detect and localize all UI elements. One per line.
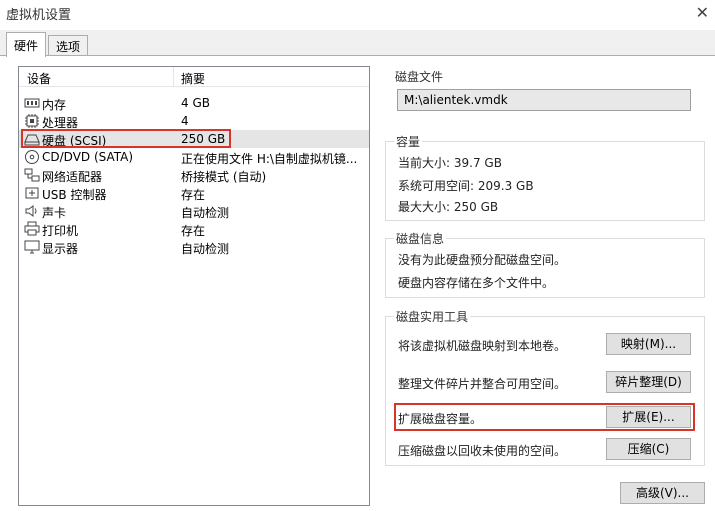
- device-summary: 存在: [181, 224, 206, 238]
- device-name: 网络适配器: [42, 170, 103, 184]
- available-space-text: 系统可用空间: 209.3 GB: [398, 179, 534, 193]
- device-summary: 正在使用文件 H:\自制虚拟机镜...: [181, 152, 358, 166]
- highlight-box-hard-disk: [21, 129, 231, 148]
- device-summary: 自动检测: [181, 206, 230, 220]
- memory-icon: [24, 98, 40, 108]
- device-row-printer[interactable]: 打印机 存在: [19, 220, 369, 238]
- defrag-description: 整理文件碎片并整合可用空间。: [398, 377, 567, 391]
- column-header-summary[interactable]: 摘要: [181, 70, 205, 87]
- map-button[interactable]: 映射(M)...: [606, 333, 691, 355]
- disk-utilities-group: 磁盘实用工具 将该虚拟机磁盘映射到本地卷。 映射(M)... 整理文件碎片并整合…: [385, 308, 705, 466]
- usb-icon: [25, 187, 39, 199]
- device-row-display[interactable]: 显示器 自动检测: [19, 238, 369, 256]
- device-name: USB 控制器: [42, 188, 107, 202]
- device-summary: 4 GB: [181, 96, 210, 110]
- display-icon: [24, 240, 40, 254]
- sound-card-icon: [25, 205, 37, 217]
- disk-info-line-1: 没有为此硬盘预分配磁盘空间。: [398, 253, 567, 267]
- tab-options[interactable]: 选项: [48, 35, 89, 56]
- device-name: 声卡: [42, 206, 67, 220]
- network-adapter-icon: [24, 168, 40, 182]
- cd-dvd-icon: [25, 150, 39, 164]
- disk-file-path-field[interactable]: M:\alientek.vmdk: [397, 89, 691, 111]
- device-name: 内存: [42, 98, 67, 112]
- capacity-title: 容量: [394, 133, 423, 150]
- device-row-processor[interactable]: 处理器 4: [19, 112, 369, 130]
- title-bar: 虚拟机设置 ✕: [0, 0, 715, 30]
- device-name: 显示器: [42, 242, 79, 256]
- disk-info-line-2: 硬盘内容存储在多个文件中。: [398, 276, 555, 290]
- column-header-device[interactable]: 设备: [27, 70, 51, 87]
- disk-info-group: 磁盘信息 没有为此硬盘预分配磁盘空间。 硬盘内容存储在多个文件中。: [385, 230, 705, 298]
- device-summary: 自动检测: [181, 242, 230, 256]
- device-summary: 4: [181, 114, 189, 128]
- device-list[interactable]: 设备 摘要 内存 4 GB 处理器 4 硬盘 (SCSI) 250 GB CD/…: [18, 66, 370, 506]
- device-row-usb-controller[interactable]: USB 控制器 存在: [19, 184, 369, 202]
- capacity-group: 容量 当前大小: 39.7 GB 系统可用空间: 209.3 GB 最大大小: …: [385, 133, 705, 221]
- tab-content: 设备 摘要 内存 4 GB 处理器 4 硬盘 (SCSI) 250 GB CD/…: [0, 55, 715, 511]
- disk-info-title: 磁盘信息: [394, 230, 447, 247]
- device-summary: 存在: [181, 188, 206, 202]
- device-summary: 桥接模式 (自动): [181, 170, 267, 184]
- device-name: CD/DVD (SATA): [42, 150, 134, 164]
- device-row-network-adapter[interactable]: 网络适配器 桥接模式 (自动): [19, 166, 369, 184]
- highlight-box-expand: [394, 403, 695, 431]
- device-row-sound-card[interactable]: 声卡 自动检测: [19, 202, 369, 220]
- disk-utilities-title: 磁盘实用工具: [394, 308, 471, 325]
- max-size-text: 最大大小: 250 GB: [398, 200, 499, 214]
- disk-file-title: 磁盘文件: [393, 68, 446, 85]
- advanced-button[interactable]: 高级(V)...: [620, 482, 705, 504]
- map-description: 将该虚拟机磁盘映射到本地卷。: [398, 339, 567, 353]
- column-divider[interactable]: [173, 67, 174, 87]
- disk-file-group: 磁盘文件 M:\alientek.vmdk: [385, 68, 705, 121]
- defragment-button[interactable]: 碎片整理(D): [606, 371, 691, 393]
- compact-button[interactable]: 压缩(C): [606, 438, 691, 460]
- compact-description: 压缩磁盘以回收未使用的空间。: [398, 444, 567, 458]
- device-row-cd-dvd[interactable]: CD/DVD (SATA) 正在使用文件 H:\自制虚拟机镜...: [19, 148, 369, 166]
- tab-hardware[interactable]: 硬件: [6, 32, 47, 57]
- device-name: 打印机: [42, 224, 79, 238]
- device-list-header: 设备 摘要: [19, 67, 369, 87]
- printer-icon: [24, 221, 40, 236]
- cpu-icon: [25, 114, 39, 128]
- window-title: 虚拟机设置: [6, 8, 72, 23]
- tab-strip: 硬件 选项: [0, 32, 715, 57]
- close-icon[interactable]: ✕: [696, 3, 709, 22]
- current-size-text: 当前大小: 39.7 GB: [398, 156, 502, 170]
- device-row-memory[interactable]: 内存 4 GB: [19, 94, 369, 112]
